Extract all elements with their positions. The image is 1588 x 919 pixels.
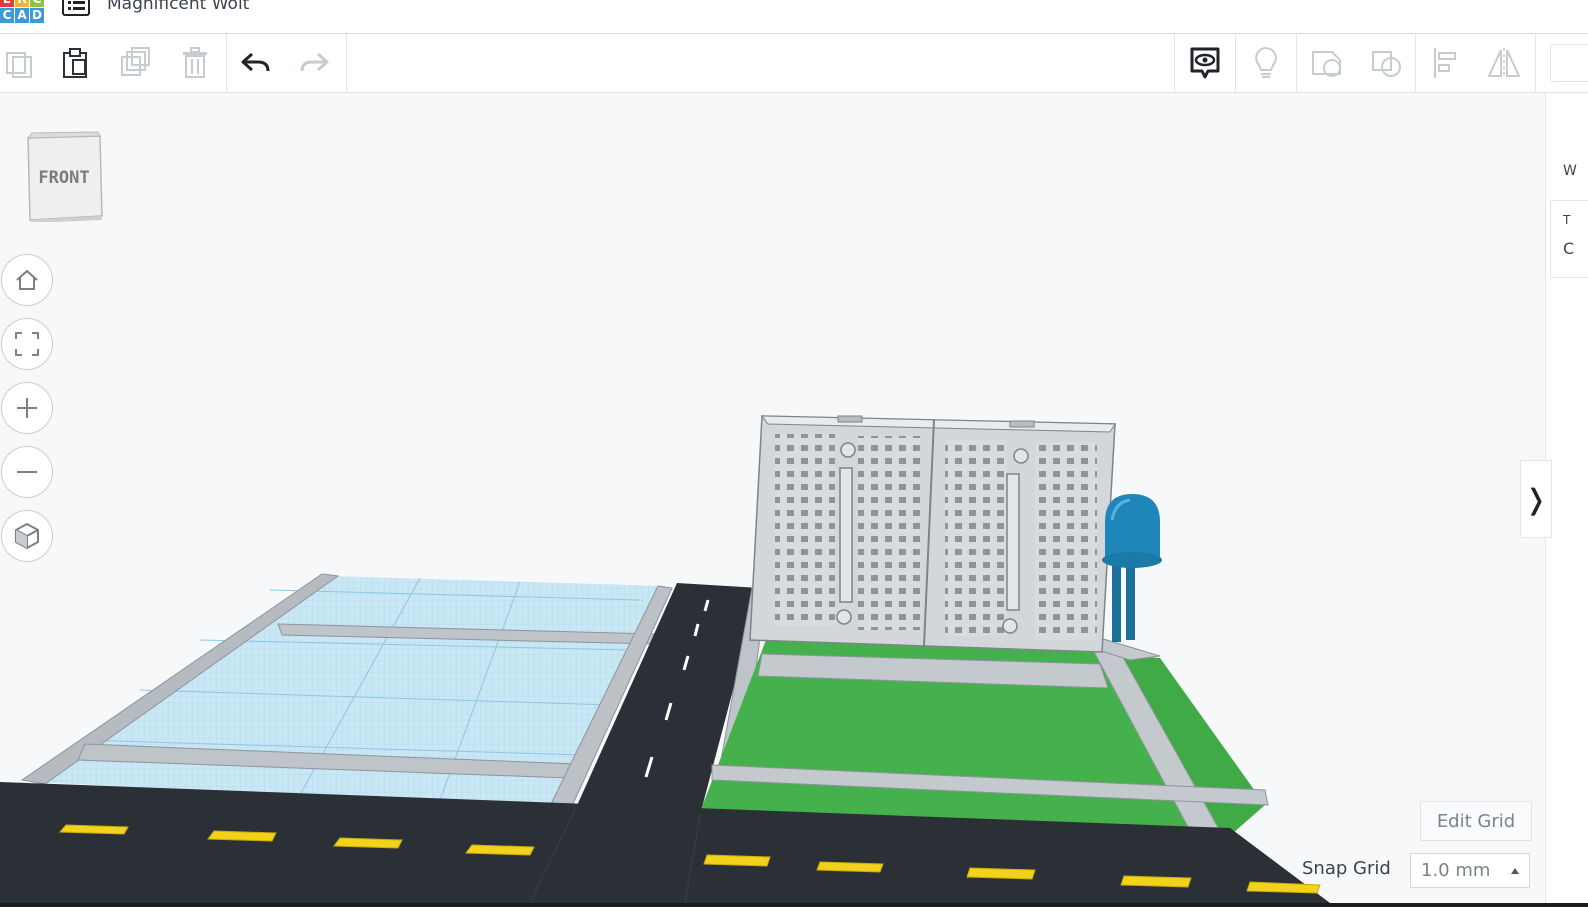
logo-letter: D: [30, 8, 44, 23]
plus-icon: [17, 398, 37, 418]
paste-icon: [63, 48, 87, 78]
toolbar-divider: [1535, 34, 1536, 92]
undo-button[interactable]: [227, 34, 285, 92]
zoom-in-button[interactable]: [1, 382, 53, 434]
lightbulb-icon: [1255, 46, 1277, 78]
notes-toggle-button[interactable]: [1176, 34, 1234, 92]
shape-panel-fragment[interactable]: T C: [1550, 200, 1588, 278]
toolbar-divider: [1296, 34, 1297, 92]
led-model: [1102, 494, 1162, 642]
copy-button[interactable]: [0, 34, 48, 92]
logo-letter: R: [15, 0, 29, 7]
panel-fragment-text: W: [1563, 163, 1577, 179]
fit-frame-icon: [15, 332, 39, 356]
snap-grid-value: 1.0 mm: [1421, 860, 1491, 881]
light-button[interactable]: [1237, 34, 1295, 92]
align-button[interactable]: [1417, 34, 1475, 92]
paste-button[interactable]: [46, 34, 104, 92]
delete-button[interactable]: [166, 34, 224, 92]
trash-icon: [183, 47, 207, 78]
perspective-button[interactable]: [1, 510, 53, 562]
bottom-edge: [0, 903, 1588, 919]
workplane-viewport[interactable]: FRONT: [0, 93, 1545, 903]
mirror-icon: [1487, 48, 1521, 78]
logo-letter: C: [30, 0, 44, 7]
duplicate-icon: [121, 47, 150, 76]
panel-collapse-button[interactable]: ❭: [1520, 460, 1552, 538]
toolbar-divider: [346, 34, 347, 92]
align-icon: [1434, 48, 1456, 78]
ungroup-button[interactable]: [1358, 34, 1416, 92]
view-cube-label: FRONT: [38, 168, 90, 188]
redo-button[interactable]: [285, 34, 343, 92]
duplicate-button[interactable]: [106, 34, 164, 92]
group-button[interactable]: [1298, 34, 1356, 92]
toolbar-divider: [1415, 34, 1416, 92]
cube-icon: [15, 522, 39, 550]
home-icon: [16, 269, 38, 290]
undo-icon: [241, 52, 270, 72]
group-icon: [1312, 51, 1341, 77]
main-toolbar: [0, 34, 1588, 93]
logo-letter: E: [0, 0, 14, 7]
panel-fragment-text: C: [1563, 239, 1575, 258]
top-bar: E R C A D C Magnificent Wolt: [0, 0, 1588, 34]
view-cube[interactable]: FRONT: [22, 130, 106, 226]
tinkercad-logo[interactable]: E R C A D C: [0, 0, 46, 30]
logo-letter: C: [0, 8, 14, 23]
panel-fragment-text: T: [1563, 213, 1571, 227]
design-list-icon[interactable]: [62, 0, 90, 17]
design-title[interactable]: Magnificent Wolt: [107, 0, 249, 14]
caret-up-icon: [1511, 868, 1519, 874]
snap-grid-label: Snap Grid: [1302, 858, 1391, 879]
logo-letter: A: [15, 8, 29, 23]
breadboard-model: [749, 415, 1116, 653]
fit-view-button[interactable]: [1, 318, 53, 370]
home-view-button[interactable]: [1, 254, 53, 306]
mirror-button[interactable]: [1475, 34, 1533, 92]
ungroup-icon: [1372, 51, 1401, 77]
zoom-out-button[interactable]: [1, 446, 53, 498]
minus-icon: [17, 471, 37, 473]
snap-grid-select[interactable]: 1.0 mm: [1410, 853, 1530, 888]
chevron-right-icon: ❭: [1524, 482, 1548, 516]
scene-3d[interactable]: [0, 93, 1545, 903]
toolbar-divider: [1174, 34, 1175, 92]
speech-eye-icon: [1190, 47, 1220, 79]
edit-grid-button[interactable]: Edit Grid: [1420, 801, 1532, 841]
import-button[interactable]: [1550, 44, 1588, 82]
copy-icon: [6, 52, 32, 78]
toolbar-divider: [1235, 34, 1236, 92]
redo-icon: [300, 52, 329, 72]
